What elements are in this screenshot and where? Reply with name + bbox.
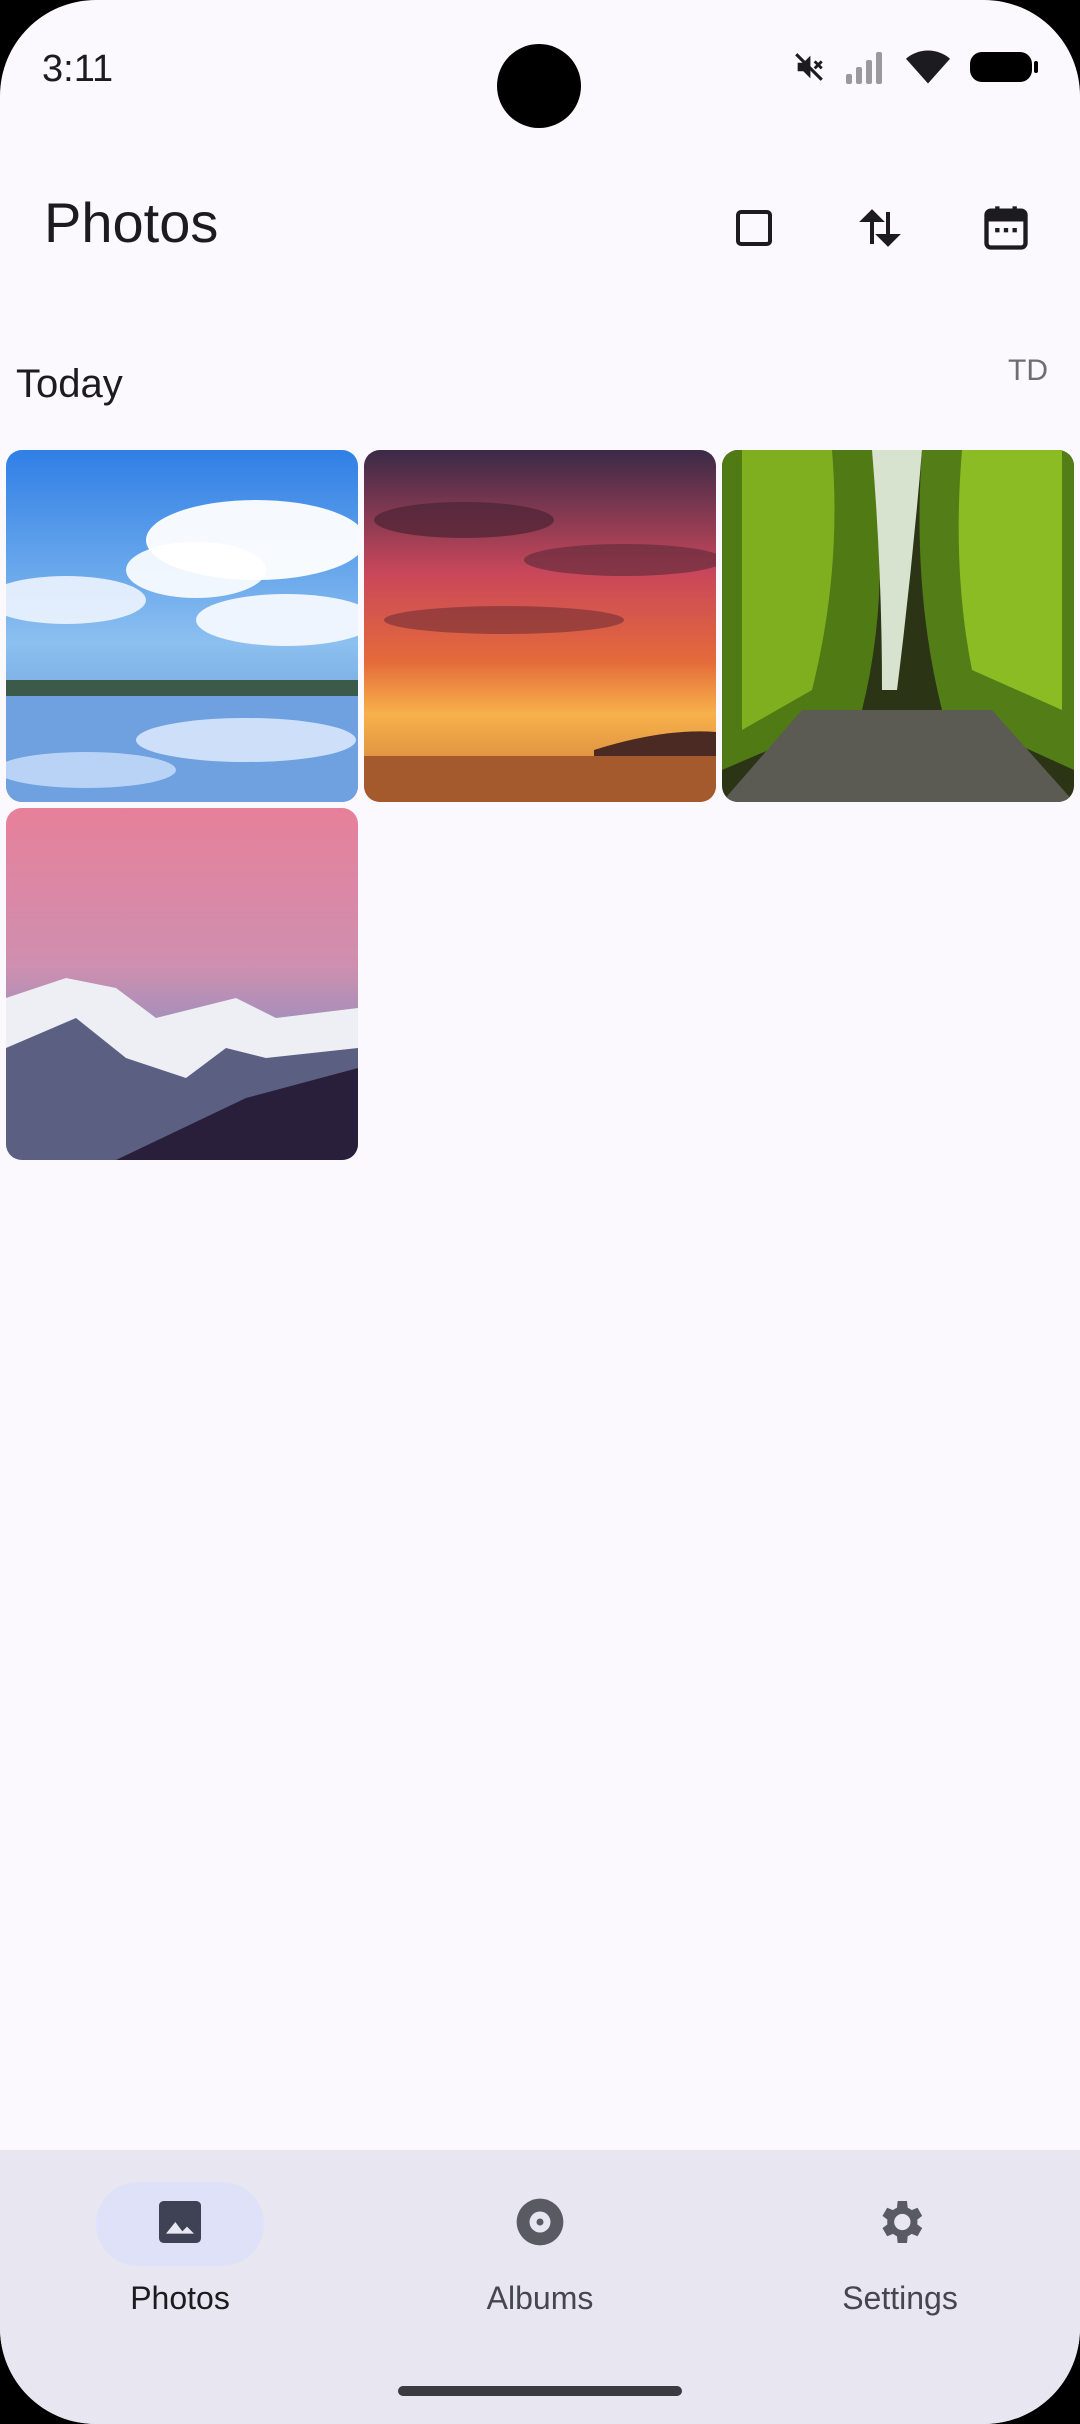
battery-icon	[968, 50, 1040, 84]
bottom-navigation: Photos Albums Settings	[0, 2150, 1080, 2424]
calendar-button[interactable]	[974, 196, 1038, 260]
album-icon	[512, 2194, 568, 2255]
home-indicator[interactable]	[398, 2386, 682, 2396]
status-icons	[792, 50, 1040, 84]
signal-icon	[844, 50, 888, 84]
nav-pill-settings	[816, 2182, 984, 2266]
nav-item-photos[interactable]: Photos	[0, 2182, 360, 2322]
select-button[interactable]	[722, 196, 786, 260]
nav-label-albums: Albums	[486, 2280, 594, 2316]
status-time: 3:11	[42, 48, 114, 90]
select-square-icon	[730, 204, 778, 252]
nav-item-settings[interactable]: Settings	[720, 2182, 1080, 2322]
section-title: Today	[16, 362, 123, 406]
photo-thumbnail-mountains[interactable]	[6, 808, 358, 1160]
nav-active-indicator	[96, 2182, 264, 2266]
camera-cutout	[497, 44, 581, 128]
nav-pill-albums	[456, 2182, 624, 2266]
photo-thumbnail-sky[interactable]	[6, 450, 358, 802]
mute-icon	[792, 50, 826, 84]
screen: 3:11 Photos Today TD Photos Albums Setti…	[0, 0, 1080, 2424]
page-title: Photos	[44, 191, 219, 254]
section-side-label: TD	[1008, 354, 1048, 387]
gear-icon	[872, 2194, 928, 2255]
nav-item-albums[interactable]: Albums	[360, 2182, 720, 2322]
sort-button[interactable]	[848, 196, 912, 260]
calendar-icon	[980, 202, 1032, 254]
wifi-icon	[906, 50, 950, 84]
sort-arrows-icon	[856, 204, 904, 252]
nav-label-photos: Photos	[130, 2280, 230, 2316]
nav-label-settings: Settings	[842, 2280, 958, 2316]
photo-thumbnail-sunset[interactable]	[364, 450, 716, 802]
photo-thumbnail-canyon[interactable]	[722, 450, 1074, 802]
image-icon	[152, 2194, 208, 2255]
